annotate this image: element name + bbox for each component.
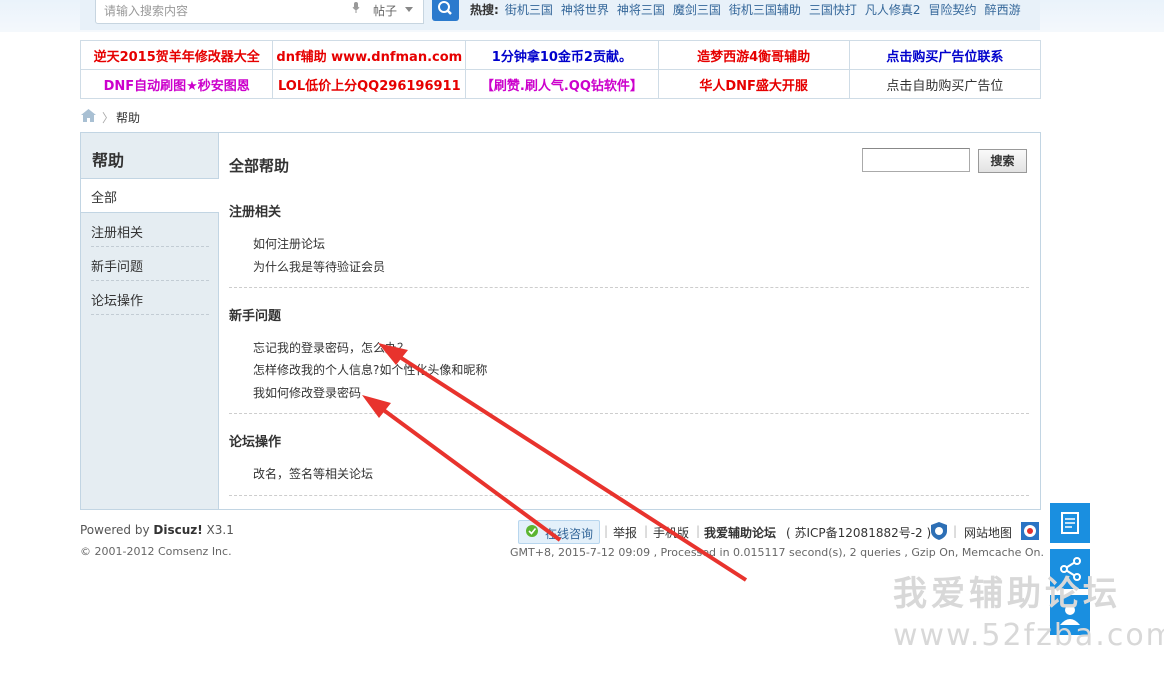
ad-link[interactable]: 点击自助购买广告位 [848, 69, 1042, 99]
hot-link[interactable]: 凡人修真2 [865, 3, 921, 17]
report-link[interactable]: 举报 [613, 524, 637, 541]
search-type-select[interactable]: 帖子 [363, 0, 424, 24]
page-title: 全部帮助 [229, 157, 290, 175]
ad-link[interactable]: LOL低价上分QQ296196911 [272, 69, 467, 99]
browser-e-icon[interactable] [1021, 522, 1039, 540]
ad-row: DNF自动刷图★秒安图恩 LOL低价上分QQ296196911 【刷赞.刷人气.… [79, 69, 1042, 99]
discuz-link[interactable]: Discuz! [153, 523, 202, 537]
qq-chat-icon [526, 525, 538, 537]
sidebar-item-all[interactable]: 全部 [81, 178, 219, 213]
hot-link[interactable]: 冒险契约 [929, 3, 977, 17]
search-icon [438, 1, 452, 15]
help-link[interactable]: 改名，签名等相关论坛 [253, 465, 373, 482]
shield-icon[interactable] [930, 521, 948, 541]
ad-link[interactable]: 【刷赞.刷人气.QQ钻软件】 [465, 69, 659, 99]
hot-link[interactable]: 醉西游 [985, 3, 1021, 17]
footer-separator: | [696, 524, 701, 538]
breadcrumb-separator: 〉 [102, 111, 115, 125]
sitemap-link[interactable]: 网站地图 [964, 524, 1012, 541]
hot-search-label: 热搜: [470, 3, 499, 17]
ad-table: 逆天2015贺羊年修改器大全 dnf辅助 www.dnfman.com 1分钟拿… [79, 40, 1042, 99]
search-input[interactable]: 请输入搜索内容 [95, 0, 365, 24]
ad-link[interactable]: DNF自动刷图★秒安图恩 [79, 69, 274, 99]
ad-link[interactable]: 1分钟拿10金币2贡献。 [465, 40, 659, 70]
ad-link[interactable]: 造梦西游4衡哥辅助 [657, 40, 850, 70]
help-content: 全部帮助 搜索 注册相关 如何注册论坛 为什么我是等待验证会员 新手问题 忘记我… [229, 133, 1029, 509]
hot-link[interactable]: 神将三国 [617, 3, 665, 17]
search-type-label: 帖子 [373, 4, 398, 18]
powered-version: X3.1 [202, 523, 234, 537]
divider [229, 495, 1029, 496]
help-link[interactable]: 我如何修改登录密码 [253, 384, 361, 401]
online-consult-button[interactable]: 在线咨询 [518, 520, 600, 544]
section-title: 新手问题 [229, 309, 282, 324]
help-link[interactable]: 忘记我的登录密码，怎么办？ [253, 339, 409, 356]
search-placeholder: 请输入搜索内容 [104, 4, 189, 18]
sidebar-item-forum-ops[interactable]: 论坛操作 [91, 281, 209, 315]
hot-link[interactable]: 三国快打 [809, 3, 857, 17]
hot-link[interactable]: 神将世界 [561, 3, 609, 17]
footer-separator: | [604, 524, 609, 538]
document-icon [1061, 512, 1079, 534]
section-title: 注册相关 [229, 205, 282, 220]
divider [229, 413, 1029, 414]
page-stats: GMT+8, 2015-7-12 09:09 , Processed in 0.… [510, 546, 1044, 559]
help-search-button[interactable]: 搜索 [978, 149, 1027, 173]
watermark-url: www.52fzba.com [893, 618, 1164, 653]
help-search-input[interactable] [862, 148, 970, 172]
sidebar-item-label: 全部 [91, 191, 118, 206]
ad-link[interactable]: dnf辅助 www.dnfman.com [272, 40, 467, 70]
microphone-icon[interactable] [352, 2, 360, 13]
sidebar-title: 帮助 [92, 151, 125, 170]
search-button[interactable] [432, 0, 459, 21]
sidebar-item-newbie[interactable]: 新手问题 [91, 247, 209, 281]
breadcrumb-current: 帮助 [116, 111, 141, 125]
mobile-link[interactable]: 手机版 [653, 524, 689, 541]
ad-row: 逆天2015贺羊年修改器大全 dnf辅助 www.dnfman.com 1分钟拿… [79, 40, 1042, 70]
float-feedback-button[interactable] [1050, 503, 1090, 543]
copyright: © 2001-2012 Comsenz Inc. [80, 545, 232, 558]
section-title: 论坛操作 [229, 435, 282, 450]
ad-link[interactable]: 点击购买广告位联系 [848, 40, 1042, 70]
site-name-link[interactable]: 我爱辅助论坛 [704, 524, 776, 541]
online-consult-label: 在线咨询 [545, 527, 594, 541]
chevron-down-icon [405, 7, 413, 12]
help-link[interactable]: 怎样修改我的个人信息?如个性化头像和昵称 [253, 361, 487, 378]
footer-separator: | [953, 524, 958, 538]
sidebar-item-register[interactable]: 注册相关 [91, 213, 209, 247]
help-panel: 帮助 全部 注册相关 新手问题 论坛操作 全部帮助 搜索 注册相关 如何注册论坛… [80, 132, 1041, 510]
powered-by: Powered by Discuz! X3.1 [80, 523, 234, 537]
sidebar-item-label: 论坛操作 [91, 294, 144, 309]
ad-link[interactable]: 逆天2015贺羊年修改器大全 [79, 40, 274, 70]
watermark-title: 我爱辅助论坛 [893, 574, 1121, 614]
sidebar-item-label: 新手问题 [91, 260, 144, 275]
divider [229, 287, 1029, 288]
sidebar: 帮助 全部 注册相关 新手问题 论坛操作 [81, 133, 219, 509]
hot-search: 热搜: 街机三国 神将世界 神将三国 魔剑三国 街机三国辅助 三国快打 凡人修真2 冒险契约 醉西… [470, 1, 1029, 18]
footer-separator: | [644, 524, 649, 538]
hot-link[interactable]: 街机三国辅助 [729, 3, 801, 17]
ad-link[interactable]: 华人DNF盛大开服 [657, 69, 850, 99]
icp-link[interactable]: ( 苏ICP备12081882号-2 ) [786, 524, 931, 541]
hot-link[interactable]: 魔剑三国 [673, 3, 721, 17]
footer-links: 在线咨询 | 举报 | 手机版 | 我爱辅助论坛 ( 苏ICP备12081882… [518, 520, 1040, 544]
help-link[interactable]: 为什么我是等待验证会员 [253, 258, 385, 275]
help-link[interactable]: 如何注册论坛 [253, 235, 325, 252]
hot-link[interactable]: 街机三国 [505, 3, 553, 17]
sidebar-item-label: 注册相关 [91, 226, 144, 241]
home-icon[interactable] [81, 109, 96, 122]
powered-prefix: Powered by [80, 523, 154, 537]
